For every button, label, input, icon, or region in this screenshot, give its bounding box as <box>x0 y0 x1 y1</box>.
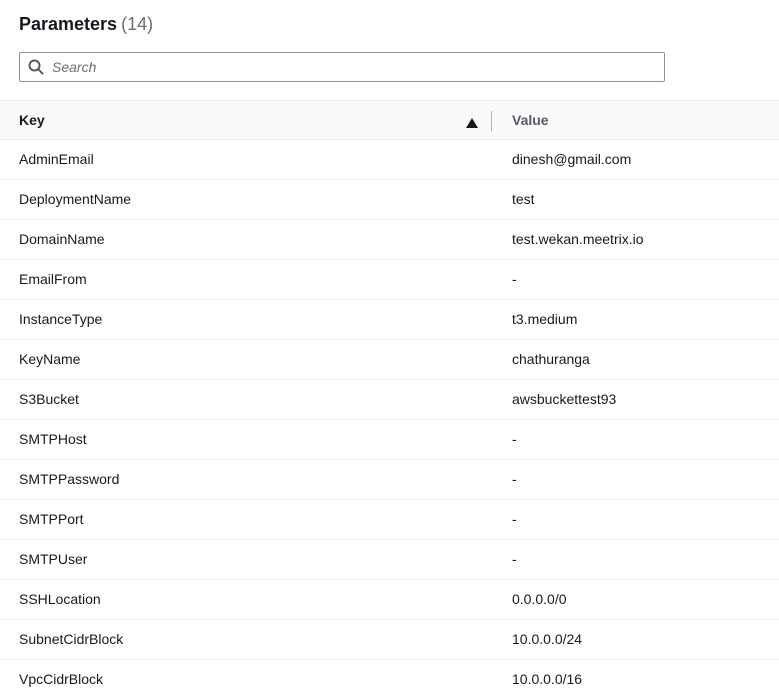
parameter-count: (14) <box>121 14 154 34</box>
cell-value: - <box>512 511 517 527</box>
search-box[interactable] <box>19 52 665 82</box>
cell-key: EmailFrom <box>19 271 87 287</box>
table-row: SMTPUser - <box>0 540 779 580</box>
column-resize-handle[interactable] <box>491 111 492 131</box>
cell-value: - <box>512 271 517 287</box>
cell-key: InstanceType <box>19 311 103 327</box>
cell-key: VpcCidrBlock <box>19 671 104 687</box>
table-row: SMTPPort - <box>0 500 779 540</box>
cell-value: dinesh@gmail.com <box>512 151 632 167</box>
search-input[interactable] <box>52 53 652 81</box>
cell-value: t3.medium <box>512 311 578 327</box>
table-row: SMTPHost - <box>0 420 779 460</box>
cell-key: SubnetCidrBlock <box>19 631 124 647</box>
cell-value: - <box>512 471 517 487</box>
search-icon <box>28 59 44 75</box>
table-row: VpcCidrBlock 10.0.0.0/16 <box>0 660 779 700</box>
cell-value: 10.0.0.0/24 <box>512 631 583 647</box>
table-row: InstanceType t3.medium <box>0 300 779 340</box>
column-header-key[interactable]: Key <box>19 101 45 139</box>
table-row: EmailFrom - <box>0 260 779 300</box>
cell-value: test <box>512 191 535 207</box>
cell-key: SMTPPassword <box>19 471 120 487</box>
cell-key: KeyName <box>19 351 81 367</box>
cell-value: - <box>512 431 517 447</box>
column-header-value[interactable]: Value <box>512 101 549 139</box>
parameters-table: Key Value AdminEmail dinesh@gmail.com Depl… <box>0 100 779 700</box>
cell-key: SMTPPort <box>19 511 84 527</box>
table-row: S3Bucket awsbuckettest93 <box>0 380 779 420</box>
cell-value: awsbuckettest93 <box>512 391 617 407</box>
cell-key: S3Bucket <box>19 391 79 407</box>
cell-value: - <box>512 551 517 567</box>
cell-key: SMTPUser <box>19 551 88 567</box>
table-row: DeploymentName test <box>0 180 779 220</box>
cell-value: test.wekan.meetrix.io <box>512 231 644 247</box>
table-row: SSHLocation 0.0.0.0/0 <box>0 580 779 620</box>
sort-ascending-icon[interactable] <box>466 115 478 128</box>
table-row: KeyName chathuranga <box>0 340 779 380</box>
cell-value: chathuranga <box>512 351 590 367</box>
table-row: SMTPPassword - <box>0 460 779 500</box>
cell-key: AdminEmail <box>19 151 94 167</box>
cell-value: 10.0.0.0/16 <box>512 671 583 687</box>
table-row: AdminEmail dinesh@gmail.com <box>0 140 779 180</box>
parameters-panel: Parameters(14) Key Value AdminEmail dines… <box>0 0 779 700</box>
panel-title: Parameters <box>19 14 118 34</box>
table-row: SubnetCidrBlock 10.0.0.0/24 <box>0 620 779 660</box>
panel-header: Parameters (14) <box>19 12 153 36</box>
table-body: AdminEmail dinesh@gmail.com DeploymentName… <box>0 140 779 700</box>
table-row: DomainName test.wekan.meetrix.io <box>0 220 779 260</box>
cell-key: DeploymentName <box>19 191 132 207</box>
cell-value: 0.0.0.0/0 <box>512 591 567 607</box>
cell-key: SSHLocation <box>19 591 101 607</box>
cell-key: DomainName <box>19 231 105 247</box>
cell-key: SMTPHost <box>19 431 87 447</box>
table-header: Key Value <box>0 100 779 140</box>
